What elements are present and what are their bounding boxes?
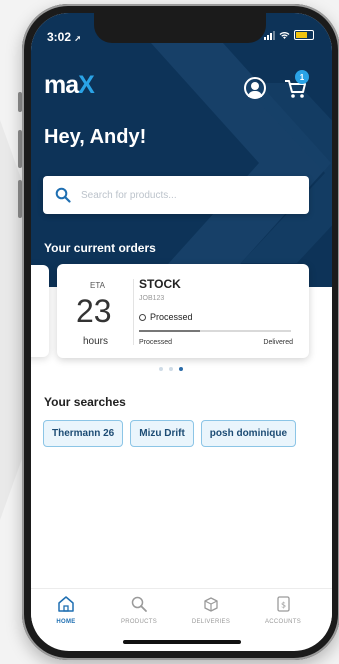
app-screen: 3:02 ➚ maX 1 Hey, Andy! Search for produ…: [31, 13, 332, 651]
phone-notch: [94, 13, 266, 43]
home-icon: [36, 595, 96, 613]
pager-dot[interactable]: [159, 367, 163, 371]
tab-label: PRODUCTS: [120, 619, 158, 625]
bottom-tab-bar: HOME PRODUCTS DELIVERIES $ ACCOUNTS: [31, 588, 332, 639]
eta-value: 23: [76, 293, 112, 329]
status-time: 3:02 ➚: [47, 30, 81, 44]
tab-products[interactable]: PRODUCTS: [109, 595, 169, 625]
order-status-text: Processed: [150, 312, 193, 322]
home-indicator: [123, 640, 241, 644]
greeting-title: Hey, Andy!: [44, 126, 147, 148]
card-divider: [133, 279, 134, 345]
svg-text:$: $: [281, 601, 286, 610]
order-progress-track: [139, 330, 291, 332]
search-input[interactable]: [79, 188, 283, 202]
order-status: Processed: [139, 312, 193, 322]
logo-text: ma: [44, 71, 79, 99]
search-chip[interactable]: Thermann 26: [43, 420, 124, 447]
pager-dot[interactable]: [169, 367, 173, 371]
your-searches-title: Your searches: [44, 395, 126, 409]
order-progress-fill: [139, 330, 200, 332]
previous-order-card[interactable]: [31, 265, 49, 357]
tab-home[interactable]: HOME: [36, 595, 96, 625]
brand-logo: maX: [44, 71, 95, 100]
progress-end-label: Delivered: [263, 339, 293, 346]
tab-label: DELIVERIES: [191, 619, 231, 625]
search-icon: [55, 187, 71, 203]
tab-accounts[interactable]: $ ACCOUNTS: [253, 595, 313, 625]
search-chip[interactable]: Mizu Drift: [130, 420, 194, 447]
pager-dot[interactable]: [179, 367, 183, 371]
invoice-icon: $: [253, 595, 313, 613]
eta-unit: hours: [83, 336, 109, 347]
recent-searches: Thermann 26 Mizu Drift posh dominique: [43, 420, 297, 447]
search-icon: [109, 595, 169, 613]
search-bar[interactable]: [43, 176, 309, 214]
phone-frame: 3:02 ➚ maX 1 Hey, Andy! Search for produ…: [22, 4, 339, 660]
eta-label: ETA: [90, 281, 105, 290]
battery-icon: [294, 30, 314, 40]
package-icon: [181, 595, 241, 613]
tab-deliveries[interactable]: DELIVERIES: [181, 595, 241, 625]
order-card[interactable]: ETA 23 hours STOCK JOB123 Processed Proc…: [57, 264, 309, 358]
status-icons: [264, 30, 314, 40]
search-chip[interactable]: posh dominique: [200, 420, 297, 447]
order-job-number: JOB123: [139, 295, 165, 302]
status-time-text: 3:02: [47, 30, 72, 44]
orders-pager[interactable]: [159, 367, 183, 371]
status-dot-icon: [139, 313, 146, 321]
wifi-icon: [279, 31, 290, 39]
account-icon[interactable]: [244, 77, 266, 99]
current-orders-title: Your current orders: [44, 241, 156, 255]
progress-start-label: Processed: [139, 339, 173, 346]
tab-label: HOME: [56, 619, 76, 625]
order-name: STOCK: [139, 277, 181, 291]
cart-count-badge: 1: [295, 70, 309, 84]
signal-icon: [264, 30, 275, 40]
tab-label: ACCOUNTS: [264, 619, 302, 625]
logo-x-mark: X: [78, 71, 95, 99]
location-arrow-icon: ➚: [74, 34, 82, 43]
